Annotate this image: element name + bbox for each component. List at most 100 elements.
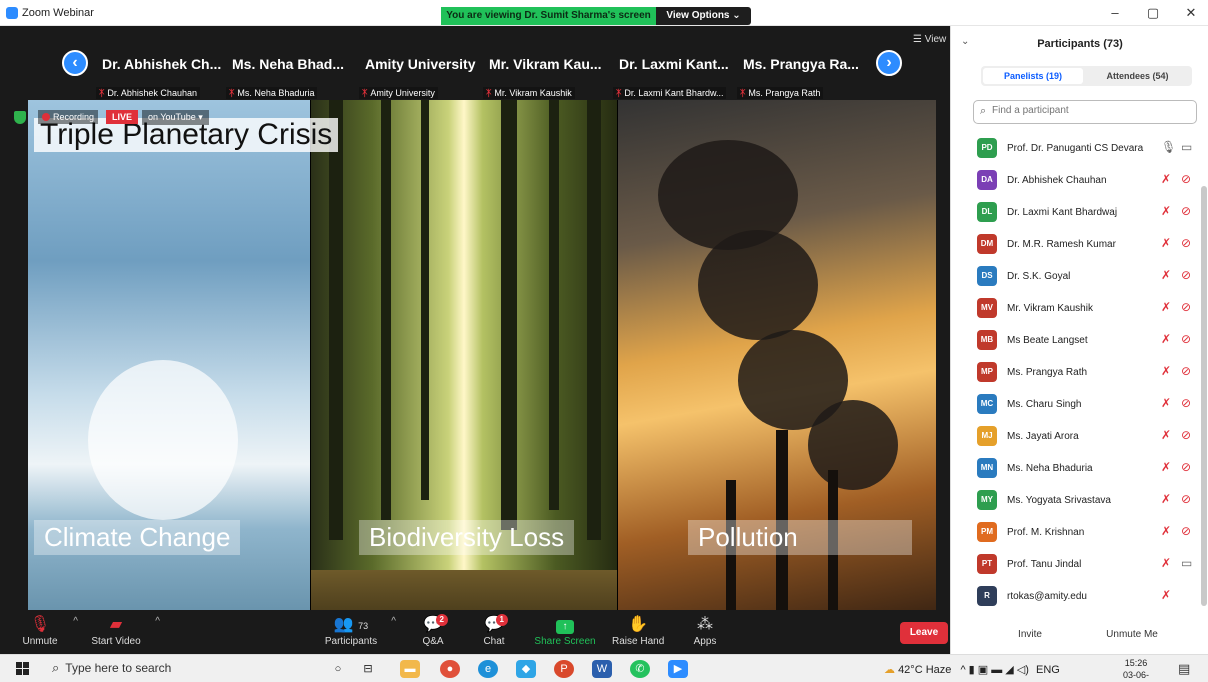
mic-muted-icon[interactable]: ✗ bbox=[1161, 588, 1171, 602]
store-icon[interactable]: ◆ bbox=[516, 660, 536, 678]
maximize-button[interactable]: ▢ bbox=[1142, 4, 1164, 22]
camera-off-icon[interactable]: ⊘ bbox=[1181, 364, 1191, 378]
slide-caption: Biodiversity Loss bbox=[359, 520, 575, 555]
participant-row[interactable]: PM Prof. M. Krishnan ✗ ⊘ bbox=[973, 516, 1203, 548]
close-button[interactable]: ✕ bbox=[1180, 4, 1202, 22]
edge-icon[interactable]: e bbox=[478, 660, 498, 678]
unmute-button[interactable]: 🎙 Unmute ^ bbox=[18, 614, 78, 652]
mic-muted-icon[interactable]: ✗ bbox=[1161, 172, 1171, 186]
recording-indicator[interactable]: Recording bbox=[38, 110, 99, 124]
taskbar-search[interactable]: ⌕ Type here to search bbox=[52, 660, 171, 676]
mic-muted-icon[interactable]: ✗ bbox=[1161, 492, 1171, 506]
participant-row[interactable]: DM Dr. M.R. Ramesh Kumar ✗ ⊘ bbox=[973, 228, 1203, 260]
video-thumbnail[interactable]: Dr. Laxmi Kant... ᛡ Dr. Laxmi Kant Bhardw… bbox=[613, 26, 741, 102]
live-on-youtube-dropdown[interactable]: on YouTube ▾ bbox=[142, 110, 209, 125]
participant-row[interactable]: MC Ms. Charu Singh ✗ ⊘ bbox=[973, 388, 1203, 420]
minimize-button[interactable]: – bbox=[1104, 4, 1126, 22]
camera-off-icon[interactable]: ⊘ bbox=[1181, 172, 1191, 186]
camera-off-icon[interactable]: ⊘ bbox=[1181, 492, 1191, 506]
powerpoint-icon[interactable]: P bbox=[554, 660, 574, 678]
participant-name: Prof. Tanu Jindal bbox=[1007, 559, 1082, 570]
mic-muted-icon[interactable]: ✗ bbox=[1161, 236, 1171, 250]
video-thumbnail[interactable]: Mr. Vikram Kau... ᛡ Mr. Vikram Kaushik bbox=[483, 26, 611, 102]
zoom-taskbar-icon[interactable]: ▶ bbox=[668, 660, 688, 678]
camera-off-icon[interactable]: ⊘ bbox=[1181, 524, 1191, 538]
chevron-up-icon[interactable]: ^ bbox=[73, 616, 78, 627]
mic-muted-icon[interactable]: ✗ bbox=[1161, 524, 1171, 538]
camera-icon[interactable]: ▭ bbox=[1181, 140, 1192, 154]
weather-text[interactable]: 42°C Haze bbox=[898, 664, 951, 676]
view-options-button[interactable]: View Options ⌄ bbox=[656, 7, 751, 25]
camera-off-icon[interactable]: ⊘ bbox=[1181, 204, 1191, 218]
participant-search-input[interactable] bbox=[992, 105, 1188, 116]
camera-off-icon[interactable]: ⊘ bbox=[1181, 460, 1191, 474]
participant-name: Prof. M. Krishnan bbox=[1007, 527, 1085, 538]
mic-muted-icon: ᛡ bbox=[616, 88, 622, 98]
participant-row[interactable]: MJ Ms. Jayati Arora ✗ ⊘ bbox=[973, 420, 1203, 452]
mic-muted-icon[interactable]: ✗ bbox=[1161, 268, 1171, 282]
tab-attendees[interactable]: Attendees (54) bbox=[1085, 68, 1190, 84]
whatsapp-icon[interactable]: ✆ bbox=[630, 660, 650, 678]
camera-off-icon[interactable]: ⊘ bbox=[1181, 268, 1191, 282]
tray-icons[interactable]: ^ ▮ ▣ ▬ ◢ ◁) bbox=[960, 664, 1028, 676]
participant-search[interactable]: ⌕ bbox=[973, 100, 1197, 124]
slide-caption: Pollution bbox=[688, 520, 912, 555]
mic-muted-icon[interactable]: ✗ bbox=[1161, 364, 1171, 378]
apps-button[interactable]: ⁂ Apps bbox=[688, 614, 722, 652]
tab-panelists[interactable]: Panelists (19) bbox=[983, 68, 1083, 84]
language-indicator[interactable]: ENG bbox=[1036, 664, 1060, 676]
word-icon[interactable]: W bbox=[592, 660, 612, 678]
invite-button[interactable]: Invite bbox=[1003, 624, 1057, 646]
video-thumbnail[interactable]: Amity University ᛡ Amity University bbox=[359, 26, 487, 102]
thumbnail-name: ᛡ Ms. Prangya Rath bbox=[737, 87, 824, 99]
mic-muted-icon[interactable]: ✗ bbox=[1161, 204, 1171, 218]
participant-list-scrollbar[interactable] bbox=[1201, 186, 1207, 606]
mic-muted-icon[interactable]: ✗ bbox=[1161, 332, 1171, 346]
camera-off-icon[interactable]: ⊘ bbox=[1181, 332, 1191, 346]
notifications-icon[interactable]: ▤ bbox=[1178, 661, 1190, 677]
participants-button[interactable]: 👥 73 Participants ^ bbox=[322, 614, 396, 652]
widgets-icon[interactable]: ⊟ bbox=[358, 660, 378, 678]
share-screen-button[interactable]: ↑ Share Screen bbox=[534, 614, 596, 652]
camera-off-icon[interactable]: ⊘ bbox=[1181, 428, 1191, 442]
mic-muted-icon[interactable]: ✗ bbox=[1161, 396, 1171, 410]
tree-trunk bbox=[501, 100, 517, 530]
participant-row[interactable]: MP Ms. Prangya Rath ✗ ⊘ bbox=[973, 356, 1203, 388]
mic-muted-icon[interactable]: ✗ bbox=[1161, 556, 1171, 570]
camera-off-icon[interactable]: ⊘ bbox=[1181, 396, 1191, 410]
participant-row[interactable]: DS Dr. S.K. Goyal ✗ ⊘ bbox=[973, 260, 1203, 292]
camera-off-icon[interactable]: ⊘ bbox=[1181, 300, 1191, 314]
participant-row[interactable]: MB Ms Beate Langset ✗ ⊘ bbox=[973, 324, 1203, 356]
mic-muted-icon[interactable]: ✗ bbox=[1161, 460, 1171, 474]
video-thumbnail[interactable]: Ms. Prangya Ra... ᛡ Ms. Prangya Rath bbox=[737, 26, 865, 102]
participant-row[interactable]: PD Prof. Dr. Panuganti CS Devara 🎙 ▭ bbox=[973, 132, 1203, 164]
qa-button[interactable]: 💬 2 Q&A bbox=[414, 614, 452, 652]
view-button[interactable]: ☰ View bbox=[913, 34, 946, 45]
file-explorer-icon[interactable]: ▬ bbox=[400, 660, 420, 678]
participant-row[interactable]: MV Mr. Vikram Kaushik ✗ ⊘ bbox=[973, 292, 1203, 324]
mic-muted-icon[interactable]: ✗ bbox=[1161, 428, 1171, 442]
unmute-me-button[interactable]: Unmute Me bbox=[1097, 624, 1167, 646]
chevron-up-icon[interactable]: ^ bbox=[391, 616, 396, 627]
start-video-button[interactable]: ▰ Start Video ^ bbox=[88, 614, 160, 652]
participant-row[interactable]: PT Prof. Tanu Jindal ✗ ▭ bbox=[973, 548, 1203, 580]
chrome-icon[interactable]: ● bbox=[440, 660, 460, 678]
camera-off-icon[interactable]: ⊘ bbox=[1181, 236, 1191, 250]
camera-icon[interactable]: ▭ bbox=[1181, 556, 1192, 570]
participant-row[interactable]: DA Dr. Abhishek Chauhan ✗ ⊘ bbox=[973, 164, 1203, 196]
video-thumbnail[interactable]: Dr. Abhishek Ch... ᛡ Dr. Abhishek Chauhan bbox=[96, 26, 224, 102]
mic-icon[interactable]: 🎙 bbox=[1161, 140, 1176, 154]
raise-hand-button[interactable]: ✋ Raise Hand bbox=[612, 614, 664, 652]
mic-muted-icon[interactable]: ✗ bbox=[1161, 300, 1171, 314]
windows-start-icon[interactable] bbox=[16, 662, 30, 676]
clock[interactable]: 15:26 03-06-2022 bbox=[1113, 657, 1159, 682]
participant-row[interactable]: MN Ms. Neha Bhaduria ✗ ⊘ bbox=[973, 452, 1203, 484]
participant-row[interactable]: DL Dr. Laxmi Kant Bhardwaj ✗ ⊘ bbox=[973, 196, 1203, 228]
participant-row[interactable]: Rrtokas@amity.edu ✗ bbox=[973, 580, 1203, 612]
chevron-up-icon[interactable]: ^ bbox=[155, 616, 160, 627]
chat-button[interactable]: 💬 1 Chat bbox=[476, 614, 512, 652]
participant-row[interactable]: MY Ms. Yogyata Srivastava ✗ ⊘ bbox=[973, 484, 1203, 516]
leave-button[interactable]: Leave bbox=[900, 622, 948, 644]
task-view-icon[interactable]: ○ bbox=[328, 660, 348, 678]
video-thumbnail[interactable]: Ms. Neha Bhad... ᛡ Ms. Neha Bhaduria bbox=[226, 26, 354, 102]
